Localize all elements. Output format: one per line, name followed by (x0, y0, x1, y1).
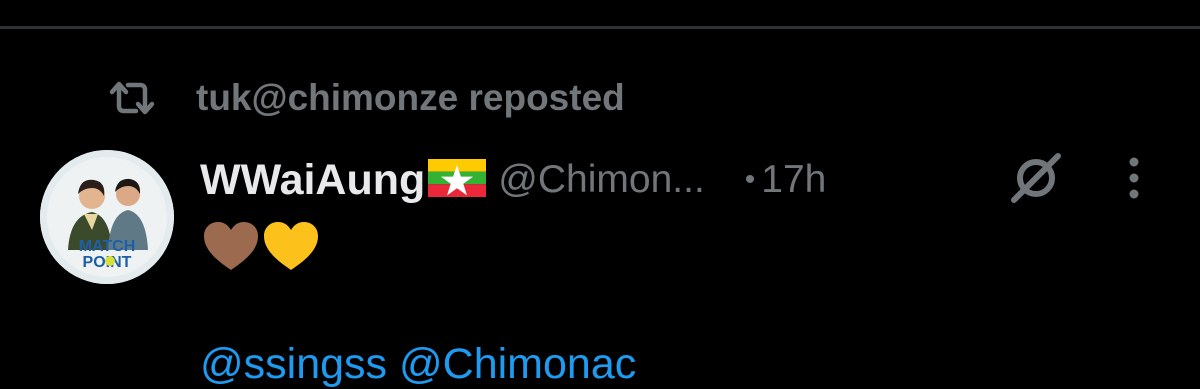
author-handle[interactable]: @Chimon... (498, 158, 704, 202)
repost-icon (108, 78, 156, 118)
more-options-button[interactable] (1112, 150, 1156, 210)
post-timestamp[interactable]: 17h (761, 158, 826, 202)
more-vertical-icon (1128, 156, 1140, 205)
repost-label[interactable]: tuk@chimonze reposted (196, 77, 625, 119)
avatar[interactable]: MATCH POINT (40, 150, 174, 284)
post-text-emoji (202, 218, 322, 274)
brown-heart-icon (202, 220, 262, 272)
mention-link[interactable]: @Chimonac (399, 340, 636, 388)
post-header: WWaiAung @Chimon... • 17h (200, 152, 826, 208)
yellow-heart-icon (262, 220, 322, 272)
repost-context[interactable]: tuk@chimonze reposted (108, 76, 625, 120)
grok-icon (1006, 150, 1066, 211)
top-divider (0, 26, 1200, 29)
separator-dot: • (744, 163, 756, 196)
post-mentions: @ssingss @Chimonac (200, 340, 636, 389)
myanmar-flag-icon (428, 158, 487, 202)
author-display-name[interactable]: WWaiAung (200, 156, 425, 205)
mention-link[interactable]: @ssingss (200, 340, 387, 388)
avatar-logo-text-1: MATCH (79, 238, 136, 255)
grok-button[interactable] (1004, 150, 1068, 210)
